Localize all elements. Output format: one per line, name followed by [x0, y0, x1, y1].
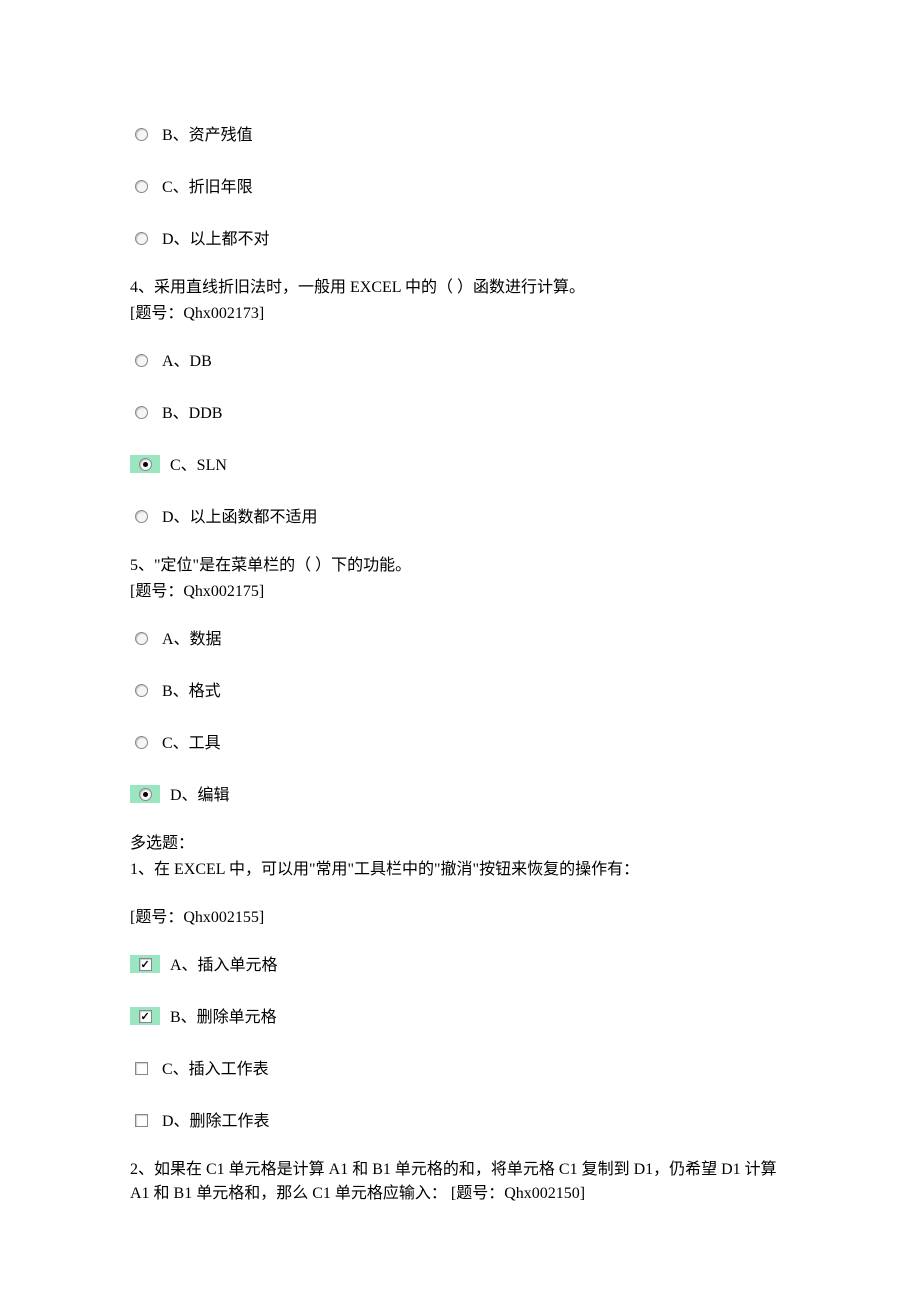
q4-option-a: A、DB	[130, 346, 790, 374]
multi-q2: 2、如果在 C1 单元格是计算 A1 和 B1 单元格的和，将单元格 C1 复制…	[130, 1158, 790, 1206]
multi-section-title: 多选题：	[130, 832, 790, 856]
q4-id: [题号：Qhx002173]	[130, 302, 790, 326]
checkbox-wrap	[130, 1059, 152, 1077]
option-label: B、格式	[162, 676, 221, 704]
q5-option-a: A、数据	[130, 624, 790, 652]
option-label: A、插入单元格	[170, 950, 278, 978]
radio-q4-a[interactable]	[135, 354, 148, 367]
radio-q3-c[interactable]	[135, 180, 148, 193]
mq1-option-a: A、插入单元格	[130, 950, 790, 978]
multi-q1-text: 1、在 EXCEL 中，可以用"常用"工具栏中的"撤消"按钮来恢复的操作有：	[130, 858, 790, 882]
radio-wrap-selected	[130, 455, 160, 473]
option-label: A、DB	[162, 346, 212, 374]
question-4: 4、采用直线折旧法时，一般用 EXCEL 中的（ ）函数进行计算。 [题号：Qh…	[130, 276, 790, 326]
q4-text: 4、采用直线折旧法时，一般用 EXCEL 中的（ ）函数进行计算。	[130, 276, 790, 300]
checkbox-mq1-a[interactable]	[139, 958, 152, 971]
radio-wrap	[130, 177, 152, 195]
checkbox-wrap-checked	[130, 955, 160, 973]
q3-option-c: C、折旧年限	[130, 172, 790, 200]
multi-q2-text: 2、如果在 C1 单元格是计算 A1 和 B1 单元格的和，将单元格 C1 复制…	[130, 1158, 790, 1206]
radio-wrap	[130, 403, 152, 421]
q5-option-c: C、工具	[130, 728, 790, 756]
checkbox-mq1-c[interactable]	[135, 1062, 148, 1075]
radio-q5-b[interactable]	[135, 684, 148, 697]
radio-q3-d[interactable]	[135, 232, 148, 245]
option-label: D、以上函数都不适用	[162, 502, 318, 530]
q4-option-d: D、以上函数都不适用	[130, 502, 790, 530]
checkbox-wrap	[130, 1111, 152, 1129]
radio-q4-c[interactable]	[139, 458, 152, 471]
option-label: C、折旧年限	[162, 172, 253, 200]
q5-id: [题号：Qhx002175]	[130, 580, 790, 604]
option-label: C、插入工作表	[162, 1054, 269, 1082]
q3-option-d: D、以上都不对	[130, 224, 790, 252]
option-label: D、编辑	[170, 780, 230, 808]
radio-q5-d[interactable]	[139, 788, 152, 801]
q4-option-b: B、DDB	[130, 398, 790, 426]
radio-q3-b[interactable]	[135, 128, 148, 141]
q4-option-c: C、SLN	[130, 450, 790, 478]
question-5: 5、"定位"是在菜单栏的（ ）下的功能。 [题号：Qhx002175]	[130, 554, 790, 604]
option-label: C、工具	[162, 728, 221, 756]
option-label: A、数据	[162, 624, 222, 652]
radio-wrap-selected	[130, 785, 160, 803]
option-label: B、删除单元格	[170, 1002, 277, 1030]
radio-q4-d[interactable]	[135, 510, 148, 523]
option-label: D、删除工作表	[162, 1106, 270, 1134]
radio-q5-a[interactable]	[135, 632, 148, 645]
option-label: B、DDB	[162, 398, 222, 426]
radio-q5-c[interactable]	[135, 736, 148, 749]
option-label: B、资产残值	[162, 120, 253, 148]
radio-wrap	[130, 629, 152, 647]
q3-option-b: B、资产残值	[130, 120, 790, 148]
checkbox-mq1-d[interactable]	[135, 1114, 148, 1127]
checkbox-wrap-checked	[130, 1007, 160, 1025]
q5-text: 5、"定位"是在菜单栏的（ ）下的功能。	[130, 554, 790, 578]
multi-q1-id: [题号：Qhx002155]	[130, 906, 790, 930]
checkbox-mq1-b[interactable]	[139, 1010, 152, 1023]
radio-wrap	[130, 351, 152, 369]
q5-option-b: B、格式	[130, 676, 790, 704]
option-label: C、SLN	[170, 450, 227, 478]
radio-wrap	[130, 681, 152, 699]
q5-option-d: D、编辑	[130, 780, 790, 808]
mq1-option-c: C、插入工作表	[130, 1054, 790, 1082]
mq1-option-b: B、删除单元格	[130, 1002, 790, 1030]
radio-wrap	[130, 507, 152, 525]
radio-wrap	[130, 733, 152, 751]
option-label: D、以上都不对	[162, 224, 270, 252]
radio-wrap	[130, 125, 152, 143]
radio-q4-b[interactable]	[135, 406, 148, 419]
mq1-option-d: D、删除工作表	[130, 1106, 790, 1134]
radio-wrap	[130, 229, 152, 247]
